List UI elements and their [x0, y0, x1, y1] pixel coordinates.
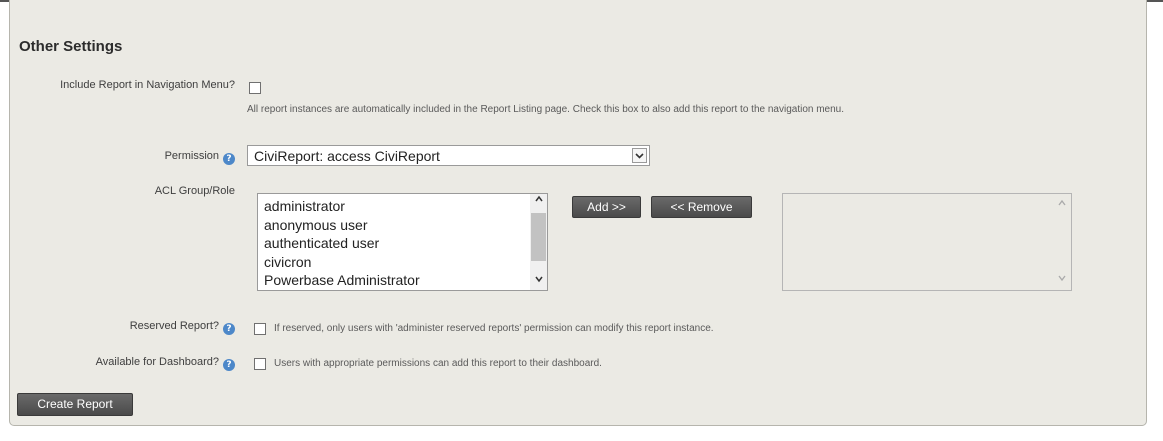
- acl-selected-list[interactable]: [782, 193, 1072, 291]
- section-title: Other Settings: [19, 38, 123, 55]
- help-icon[interactable]: ?: [223, 359, 235, 371]
- dashboard-description: Users with appropriate permissions can a…: [274, 358, 602, 369]
- permission-label-row: Permission?: [165, 150, 235, 165]
- scroll-down-icon: [1057, 273, 1067, 286]
- remove-button[interactable]: << Remove: [651, 196, 752, 218]
- scroll-thumb[interactable]: [531, 213, 546, 261]
- scroll-up-icon[interactable]: [530, 194, 547, 210]
- reserved-label: Reserved Report?: [129, 320, 219, 332]
- dashboard-label: Available for Dashboard?: [95, 356, 219, 368]
- chevron-down-icon[interactable]: [632, 148, 647, 163]
- scroll-up-icon: [1057, 198, 1067, 211]
- dashboard-label-row: Available for Dashboard??: [96, 356, 235, 371]
- list-item[interactable]: anonymous user: [264, 216, 420, 235]
- scrollbar[interactable]: [530, 194, 547, 290]
- permission-selected-value: CiviReport: access CiviReport: [254, 148, 440, 164]
- nav-menu-checkbox[interactable]: [249, 82, 261, 94]
- list-item[interactable]: Powerbase Administrator: [264, 271, 420, 290]
- permission-select[interactable]: CiviReport: access CiviReport: [247, 145, 650, 166]
- reserved-label-row: Reserved Report??: [130, 320, 235, 335]
- dashboard-checkbox[interactable]: [254, 358, 266, 370]
- reserved-description: If reserved, only users with 'administer…: [274, 323, 714, 334]
- nav-menu-description: All report instances are automatically i…: [247, 104, 845, 115]
- list-item[interactable]: authenticated user: [264, 234, 420, 253]
- help-icon[interactable]: ?: [223, 153, 235, 165]
- permission-label: Permission: [164, 150, 219, 162]
- acl-available-list[interactable]: administrator anonymous user authenticat…: [257, 193, 548, 291]
- list-item[interactable]: civicron: [264, 253, 420, 272]
- create-report-button[interactable]: Create Report: [17, 393, 133, 416]
- scroll-down-icon[interactable]: [530, 274, 547, 290]
- acl-label: ACL Group/Role: [154, 185, 235, 197]
- list-item[interactable]: administrator: [264, 197, 420, 216]
- nav-menu-label: Include Report in Navigation Menu?: [60, 79, 235, 91]
- reserved-checkbox[interactable]: [254, 323, 266, 335]
- help-icon[interactable]: ?: [223, 323, 235, 335]
- add-button[interactable]: Add >>: [572, 196, 641, 218]
